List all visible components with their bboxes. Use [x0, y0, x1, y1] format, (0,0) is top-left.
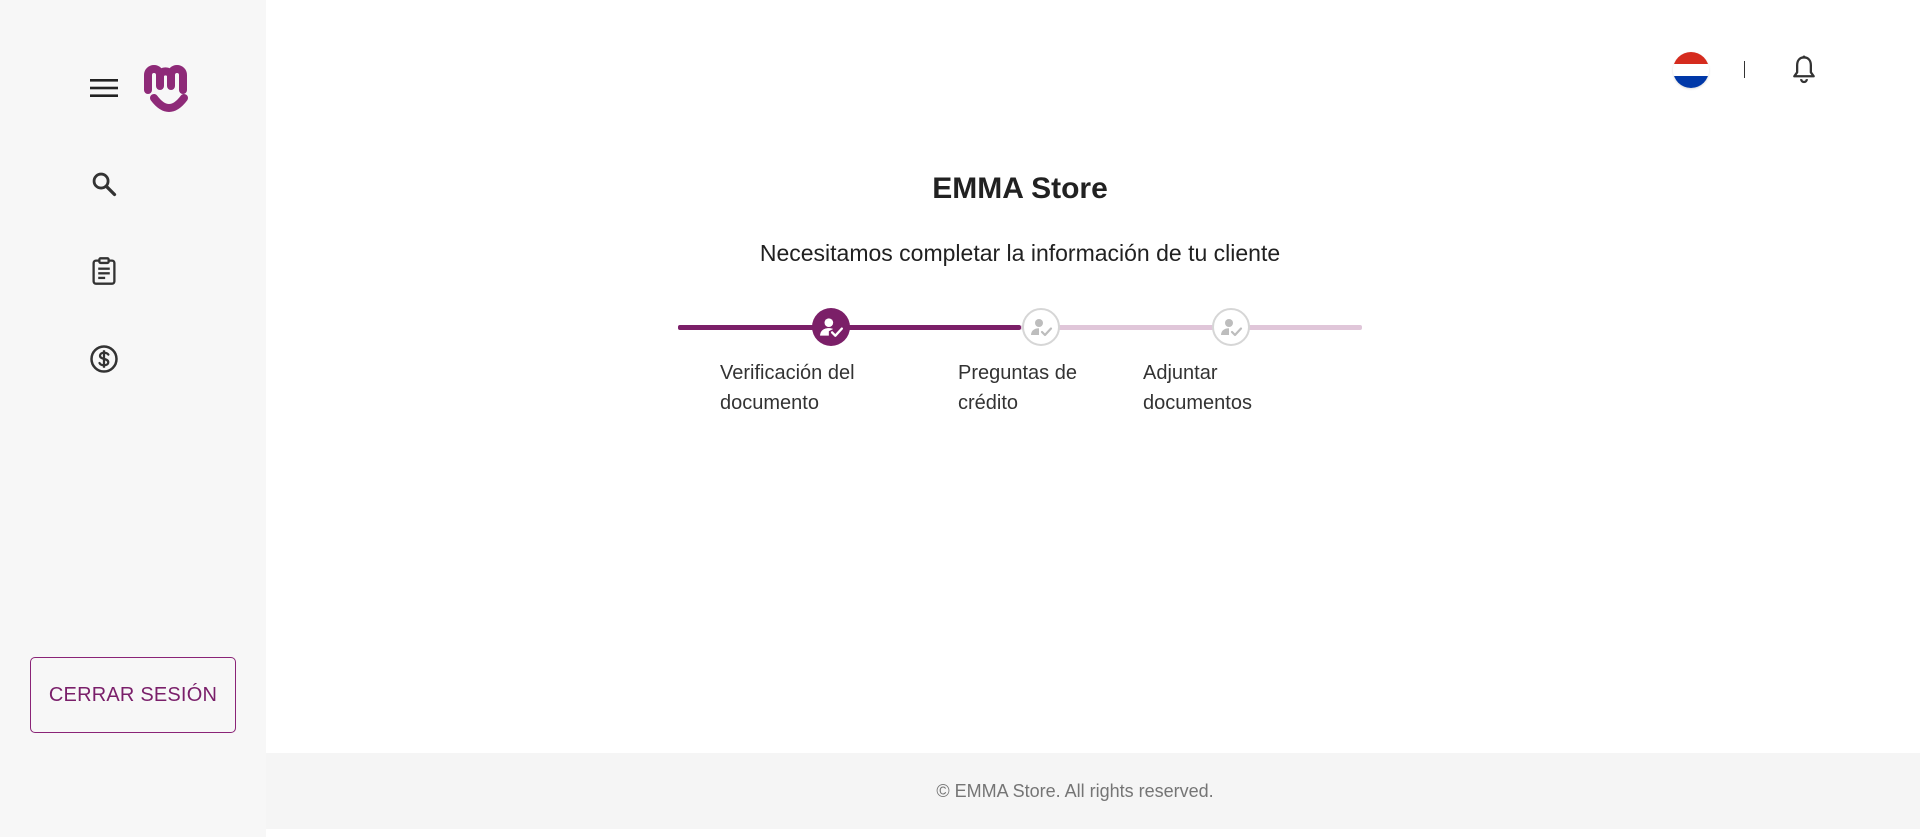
page-title: EMMA Store — [932, 172, 1108, 205]
emma-logo-icon[interactable] — [142, 60, 198, 120]
step-2-user-check-icon[interactable] — [1022, 308, 1060, 346]
clipboard-icon[interactable] — [82, 249, 126, 293]
logout-button[interactable]: CERRAR SESIÓN — [30, 657, 236, 733]
dollar-icon[interactable] — [82, 337, 126, 381]
step-3-label: Adjuntar documentos — [1143, 358, 1293, 418]
step-2-label-line1: Preguntas de — [958, 362, 1077, 384]
footer-copyright: © EMMA Store. All rights reserved. — [936, 780, 1214, 801]
stepper-track-pending — [1021, 325, 1362, 330]
page-subtitle: Necesitamos completar la información de … — [759, 240, 1281, 266]
paraguay-flag-icon[interactable] — [1673, 52, 1709, 88]
step-2-label: Preguntas de crédito — [958, 358, 1108, 418]
step-3-label-line2: documentos — [1143, 392, 1252, 414]
step-3-user-check-icon[interactable] — [1212, 308, 1250, 346]
header-divider — [1744, 61, 1745, 78]
step-1-label: Verificación del documento — [720, 358, 890, 418]
progress-stepper: Verificación del documento Preguntas de … — [678, 305, 1362, 425]
sidebar: CERRAR SESIÓN — [0, 0, 266, 837]
bell-icon[interactable] — [1786, 52, 1822, 88]
hamburger-menu-icon[interactable] — [84, 72, 124, 104]
footer: © EMMA Store. All rights reserved. — [266, 753, 1920, 829]
app-root: CERRAR SESIÓN EMMA Store Necesitamos com… — [0, 0, 1920, 837]
step-3-label-line1: Adjuntar — [1143, 362, 1218, 384]
search-icon[interactable] — [82, 162, 126, 206]
step-1-label-line2: documento — [720, 392, 819, 414]
step-2-label-line2: crédito — [958, 392, 1019, 414]
step-1-user-check-icon[interactable] — [812, 308, 850, 346]
step-1-label-line1: Verificación del — [720, 362, 855, 384]
